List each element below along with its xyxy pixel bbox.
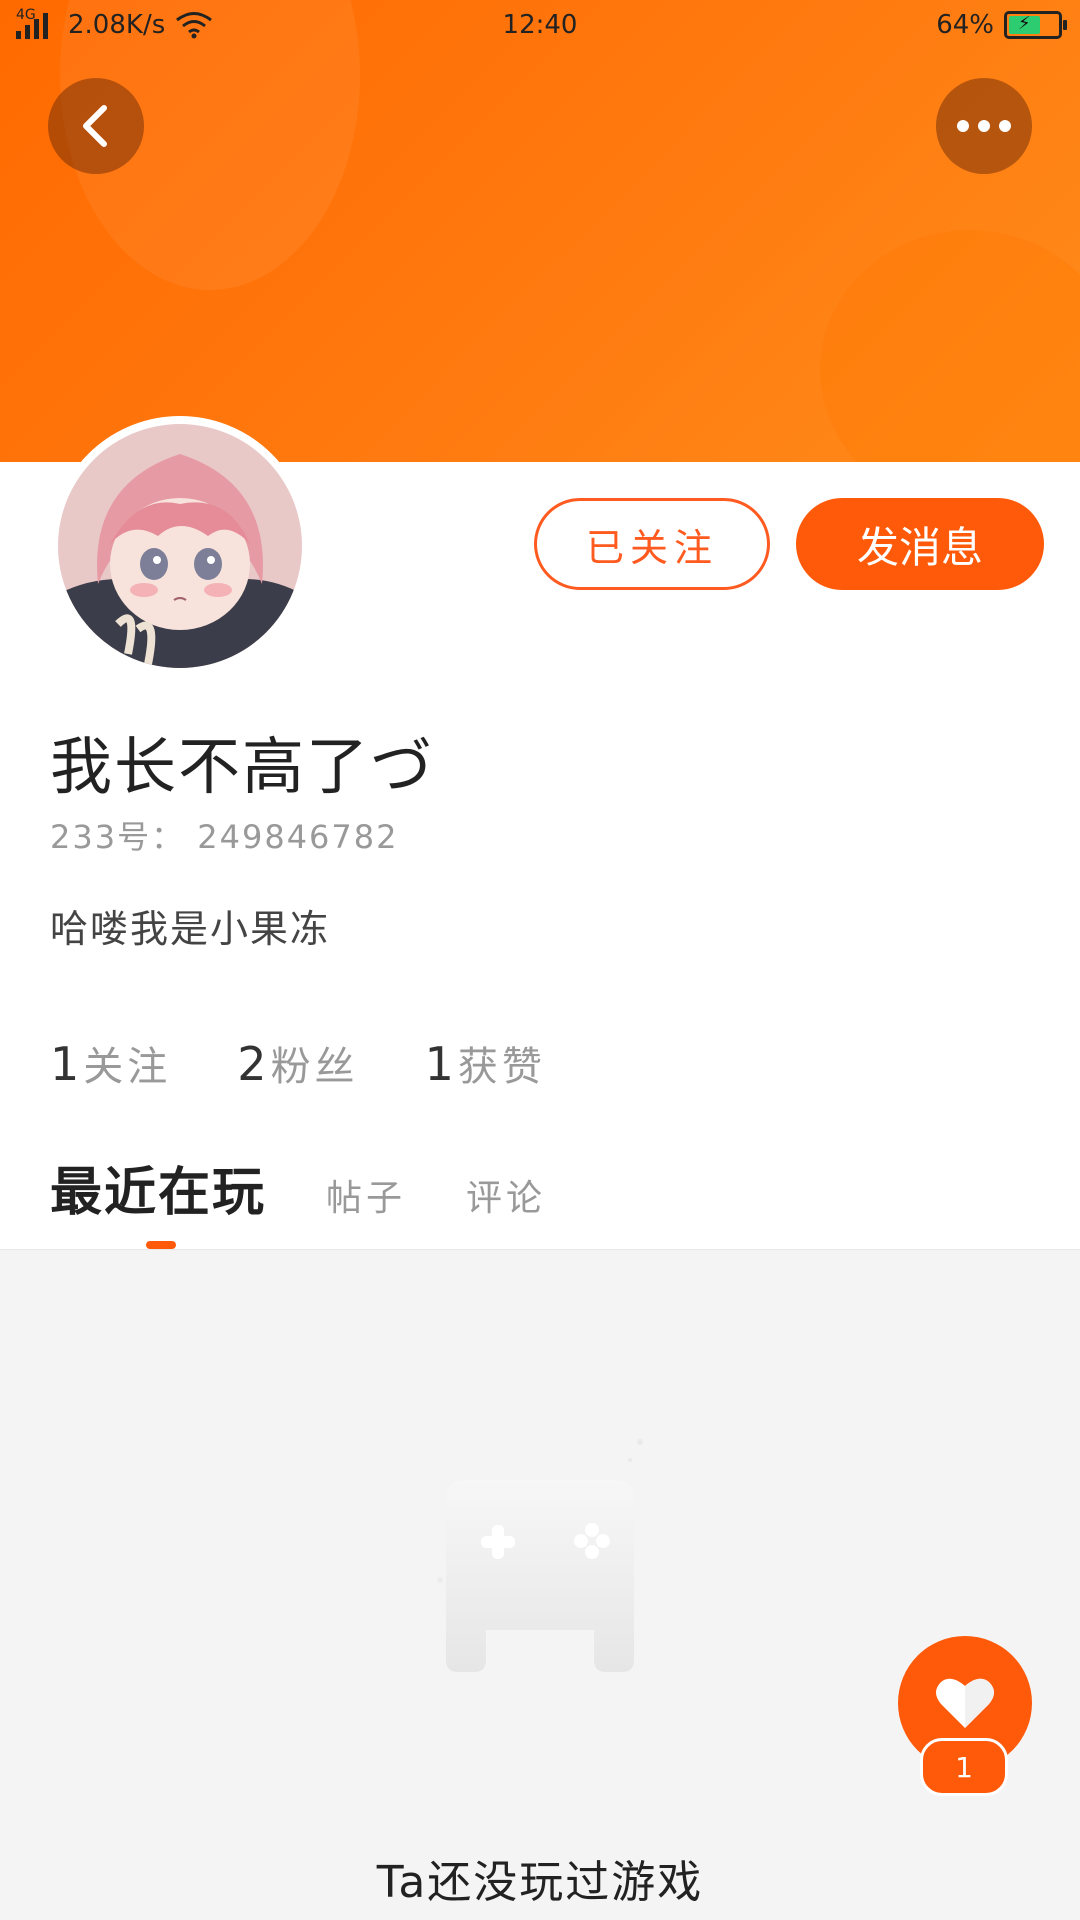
stat-following[interactable]: 1 关注 [50, 1034, 171, 1092]
tab-indicator [146, 1241, 176, 1249]
stat-value: 2 [237, 1037, 267, 1091]
profile-banner [0, 0, 1080, 462]
chevron-left-icon [83, 105, 107, 147]
username: 我长不高了づ [50, 730, 435, 803]
stat-value: 1 [424, 1037, 454, 1091]
empty-state-message: Ta还没玩过游戏 [376, 1857, 704, 1908]
stat-value: 1 [50, 1037, 80, 1091]
battery-percent: 64% [936, 10, 994, 40]
followed-button[interactable]: 已关注 [534, 498, 770, 590]
avatar[interactable] [50, 416, 310, 676]
stat-likes[interactable]: 1 获赞 [425, 1034, 546, 1092]
more-button[interactable] [936, 78, 1032, 174]
back-button[interactable] [48, 78, 144, 174]
tab-recently-played[interactable]: 最近在玩 [50, 1150, 266, 1225]
status-bar: 4G 2.08K/s 12:40 64% ⚡ [0, 0, 1080, 56]
status-right: 64% ⚡ [936, 10, 1067, 40]
status-time: 12:40 [502, 10, 578, 40]
gamepad-icon [437, 1439, 643, 1672]
user-id: 233号： 249846782 [50, 818, 399, 856]
tab-comments[interactable]: 评论 [466, 1169, 546, 1221]
user-bio: 哈喽我是小果冻 [50, 907, 331, 951]
battery-fill: ⚡ [1009, 13, 1040, 34]
profile-stats: 1 关注 2 粉丝 1 获赞 [50, 1034, 546, 1092]
profile-tabs: 最近在玩 帖子 评论 [50, 1150, 546, 1225]
profile-page: 4G 2.08K/s 12:40 64% ⚡ 已关注 发消息 我长不高了づ 23… [0, 0, 1080, 1920]
stat-label: 关注 [83, 1044, 172, 1090]
stat-label: 粉丝 [270, 1044, 359, 1090]
stat-label: 获赞 [457, 1044, 546, 1090]
banner-decoration [820, 230, 1080, 462]
send-message-button[interactable]: 发消息 [796, 498, 1044, 590]
heart-icon [936, 1678, 994, 1728]
stat-followers[interactable]: 2 粉丝 [237, 1034, 358, 1092]
tab-posts[interactable]: 帖子 [326, 1169, 406, 1221]
avatar-image [58, 424, 302, 668]
more-horizontal-icon [957, 120, 1011, 132]
like-count-badge: 1 [920, 1738, 1008, 1796]
battery-icon: ⚡ [1004, 11, 1067, 39]
